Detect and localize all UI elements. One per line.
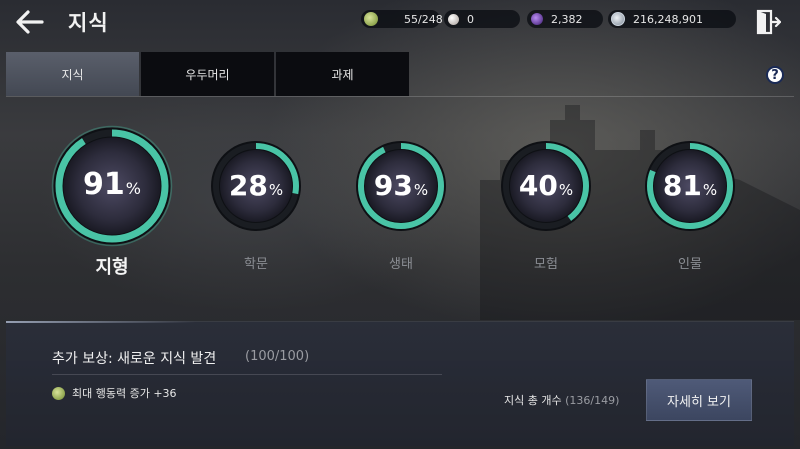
gauge-percent-sign: % xyxy=(268,180,284,199)
action-power-value: 55/248 xyxy=(404,12,443,26)
gauge-percent: 81% xyxy=(638,169,742,202)
top-bar: 지식 55/248 0 2,382 216,248,901 xyxy=(0,0,800,44)
pearl-value: 0 xyxy=(467,12,474,26)
currency-dark-crystal: 2,382 xyxy=(527,10,603,28)
reward-panel: 추가 보상: 새로운 지식 발견 (100/100) 최대 행동력 증가 +36… xyxy=(6,321,794,446)
reward-item: 최대 행동력 증가 +36 xyxy=(52,385,177,401)
castle-silhouette xyxy=(480,105,800,320)
gauge-percent-sign: % xyxy=(558,180,574,199)
gauge-percent-value: 91 xyxy=(83,167,125,203)
back-arrow-icon[interactable] xyxy=(14,8,46,36)
gauge-percent: 40% xyxy=(494,169,598,202)
gauge-label: 학문 xyxy=(244,257,268,272)
silver-coin-icon xyxy=(611,12,625,26)
gauge-label: 생태 xyxy=(389,257,413,272)
gauge-percent-value: 81 xyxy=(662,168,702,202)
panel-accent-line xyxy=(6,321,196,323)
gauge-label: 모험 xyxy=(534,257,558,272)
tab-boss[interactable]: 우두머리 xyxy=(141,52,274,96)
gauge-percent-sign: % xyxy=(125,179,141,199)
dark-crystal-value: 2,382 xyxy=(551,12,583,26)
panel-divider xyxy=(52,374,442,375)
action-power-icon xyxy=(364,12,378,26)
tab-tasks[interactable]: 과제 xyxy=(276,52,409,96)
gauge-percent-value: 40 xyxy=(518,168,558,202)
currency-silver: 216,248,901 xyxy=(608,10,736,28)
gauge-label: 인물 xyxy=(678,257,702,272)
gauge-3[interactable]: 40% xyxy=(494,134,598,238)
view-details-button[interactable]: 자세히 보기 xyxy=(646,379,752,421)
help-icon[interactable]: ? xyxy=(766,66,784,84)
gauge-percent-value: 93 xyxy=(373,168,413,202)
reward-count: (100/100) xyxy=(245,349,310,364)
gauge-percent-sign: % xyxy=(413,180,429,199)
tab-divider xyxy=(6,96,794,97)
gauge-percent-sign: % xyxy=(702,180,718,199)
total-knowledge: 지식 총 개수 (136/149) xyxy=(504,392,619,408)
gauge-1[interactable]: 28% xyxy=(204,134,308,238)
gauge-label: 지형 xyxy=(95,257,129,278)
gauge-percent-value: 28 xyxy=(228,168,268,202)
tab-bar: 지식 우두머리 과제 xyxy=(6,52,411,96)
gauge-4[interactable]: 81% xyxy=(638,134,742,238)
dark-crystal-icon xyxy=(531,13,543,25)
total-knowledge-label: 지식 총 개수 xyxy=(504,394,562,407)
tab-knowledge[interactable]: 지식 xyxy=(6,52,139,96)
exit-door-icon[interactable] xyxy=(755,9,781,35)
silver-value: 216,248,901 xyxy=(633,12,703,26)
gauge-percent: 91% xyxy=(46,167,178,202)
pearl-icon xyxy=(448,13,459,25)
reward-title: 추가 보상: 새로운 지식 발견 xyxy=(52,351,217,367)
currency-pearl: 0 xyxy=(444,10,520,28)
gauge-percent: 93% xyxy=(349,169,453,202)
currency-action-power: 55/248 xyxy=(361,10,443,28)
reward-item-text: 최대 행동력 증가 +36 xyxy=(72,387,177,400)
gauge-0[interactable]: 91% xyxy=(46,120,178,252)
gauge-percent: 28% xyxy=(204,169,308,202)
page-title: 지식 xyxy=(68,11,109,35)
gauge-2[interactable]: 93% xyxy=(349,134,453,238)
total-knowledge-count: (136/149) xyxy=(565,394,620,407)
action-power-icon xyxy=(52,386,65,400)
